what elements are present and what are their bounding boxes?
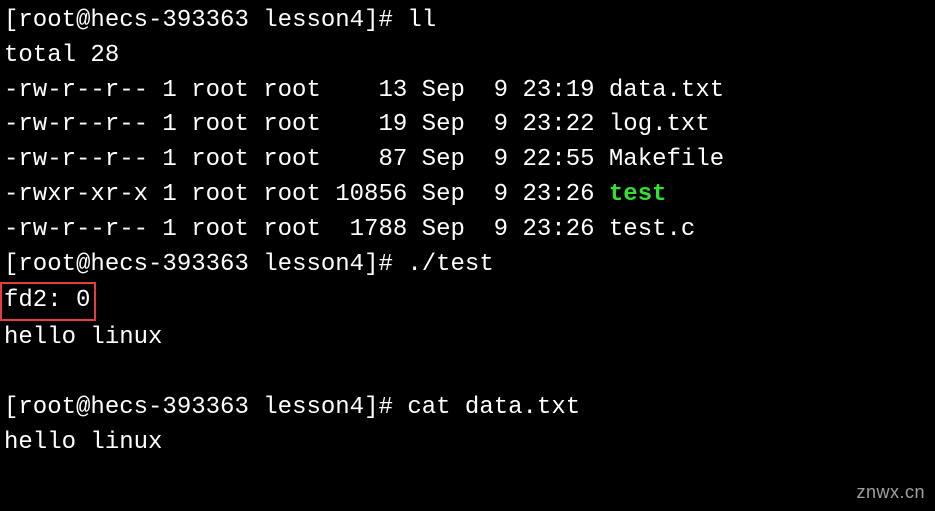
prompt-host: hecs-393363 <box>90 7 248 34</box>
file-row: -rwxr-xr-x 1 root root 10856 Sep 9 23:26… <box>4 178 931 213</box>
prompt-user: root <box>18 7 76 34</box>
file-row: -rw-r--r-- 1 root root 13 Sep 9 23:19 da… <box>4 74 931 109</box>
file-name: Makefile <box>609 146 724 173</box>
file-name: log.txt <box>609 111 710 138</box>
hello-output-2: hello linux <box>4 426 931 461</box>
fd-output-line: fd2: 0 <box>4 282 931 321</box>
fd-highlight-box: fd2: 0 <box>0 282 96 321</box>
watermark: znwx.cn <box>856 479 925 505</box>
file-name: test.c <box>609 216 695 243</box>
blank-line <box>4 356 931 391</box>
prompt-line-2[interactable]: [root@hecs-393363 lesson4]# ./test <box>4 248 931 283</box>
file-row: -rw-r--r-- 1 root root 19 Sep 9 23:22 lo… <box>4 108 931 143</box>
hello-output-1: hello linux <box>4 321 931 356</box>
command-test: ./test <box>407 251 493 278</box>
file-name: data.txt <box>609 77 724 104</box>
command-ll: ll <box>407 7 436 34</box>
total-line: total 28 <box>4 39 931 74</box>
prompt-symbol: # <box>379 7 393 34</box>
file-row: -rw-r--r-- 1 root root 87 Sep 9 22:55 Ma… <box>4 143 931 178</box>
prompt-dir: lesson4 <box>263 7 364 34</box>
command-cat: cat data.txt <box>407 394 580 421</box>
file-row: -rw-r--r-- 1 root root 1788 Sep 9 23:26 … <box>4 213 931 248</box>
prompt-line-3[interactable]: [root@hecs-393363 lesson4]# cat data.txt <box>4 391 931 426</box>
file-name-exec: test <box>609 181 667 208</box>
prompt-line-1[interactable]: [root@hecs-393363 lesson4]# ll <box>4 4 931 39</box>
